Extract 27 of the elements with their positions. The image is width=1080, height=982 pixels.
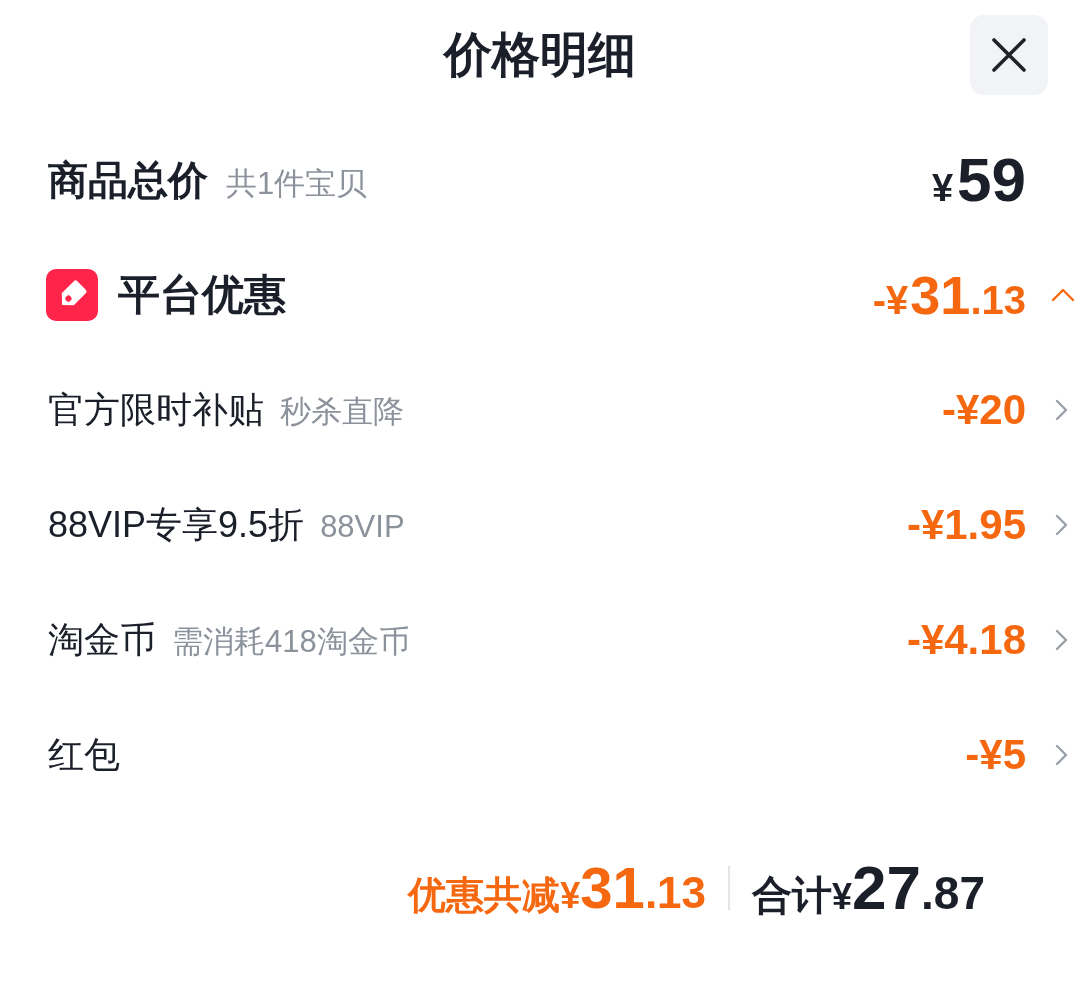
- caret-up-icon[interactable]: [1051, 287, 1075, 302]
- discount-label: 官方限时补贴: [48, 391, 264, 428]
- discount-note: 88VIP: [320, 510, 405, 542]
- discount-label: 淘金币: [48, 621, 156, 658]
- chevron-right-icon[interactable]: [1055, 743, 1068, 766]
- subtotal-amount: ¥59: [931, 148, 1026, 211]
- close-button[interactable]: [970, 15, 1048, 95]
- item-count: 共1件宝贝: [226, 167, 368, 199]
- grand-total: 合计¥27.87: [752, 857, 985, 919]
- subtotal-label: 商品总价: [48, 159, 208, 200]
- savings-total: 优惠共减¥31.13: [408, 859, 707, 917]
- discount-amount: -¥1.95: [906, 503, 1026, 546]
- discount-amount: -¥5: [965, 733, 1026, 776]
- discount-amount: -¥20: [941, 388, 1026, 431]
- discount-label: 88VIP专享9.5折: [48, 506, 305, 543]
- close-icon: [991, 37, 1027, 73]
- platform-discount-label: 平台优惠: [118, 273, 286, 316]
- chevron-right-icon[interactable]: [1055, 398, 1068, 421]
- platform-discount-amount: -¥31.13: [872, 267, 1026, 322]
- discount-label: 红包: [48, 736, 120, 773]
- chevron-right-icon[interactable]: [1055, 628, 1068, 651]
- discount-note: 秒杀直降: [280, 395, 404, 427]
- discount-amount: -¥4.18: [906, 618, 1026, 661]
- tag-icon: [46, 268, 98, 321]
- chevron-right-icon[interactable]: [1055, 513, 1068, 536]
- sheet-title: 价格明细: [444, 31, 636, 79]
- discount-note: 需消耗418淘金币: [172, 625, 410, 657]
